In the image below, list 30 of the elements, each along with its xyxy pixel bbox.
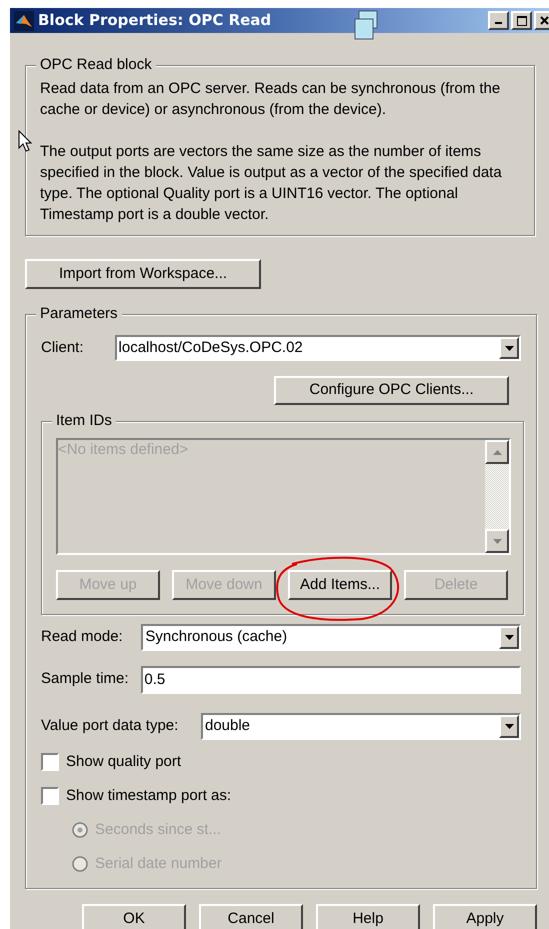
- dropdown[interactable]: Synchronous (cache): [141, 624, 521, 651]
- scrollbar[interactable]: [485, 440, 509, 553]
- item-button[interactable]: Add Items...: [288, 570, 392, 600]
- dialog-button[interactable]: Cancel: [199, 904, 303, 929]
- sample-time-field[interactable]: 0.5: [141, 666, 521, 694]
- checkbox[interactable]: [41, 787, 59, 805]
- field-label: Client:: [41, 338, 85, 358]
- close-icon[interactable]: [534, 11, 549, 30]
- description-text: The output ports are vectors the same size as the number of items specified in the block. Value is output as a vector of the specified data type. The optional Quality port is a UINT16 vector. The optional Timestamp port is a double vector.: [40, 142, 503, 225]
- minimize-icon[interactable]: [488, 11, 509, 30]
- configure-button[interactable]: Configure OPC Clients...: [274, 376, 509, 405]
- field-label: Read mode:: [41, 627, 124, 648]
- mouse-pointer-icon: [18, 130, 32, 152]
- dropdown[interactable]: localhost/CoDeSys.OPC.02: [114, 335, 521, 361]
- field-label: Sample time:: [41, 669, 130, 690]
- import-button[interactable]: Import from Workspace...: [25, 259, 261, 289]
- dialog-button[interactable]: Apply: [433, 904, 537, 929]
- description-text: Read data from an OPC server. Reads can be synchronous (from the cache or device) or asynchronous (from the device).: [40, 79, 502, 120]
- app-logo-icon: [14, 10, 34, 30]
- checkbox[interactable]: [41, 753, 59, 771]
- checkbox-label: Show quality port: [66, 752, 182, 772]
- checkbox-label: Show timestamp port as:: [66, 786, 232, 806]
- dialog-button[interactable]: OK: [82, 904, 186, 929]
- window-title: Block Properties: OPC Read: [38, 10, 272, 32]
- maximize-icon[interactable]: [511, 11, 532, 30]
- scroll-up-icon[interactable]: [485, 440, 509, 464]
- dropdown[interactable]: double: [200, 713, 521, 740]
- field-label: Value port data type:: [41, 716, 180, 736]
- scroll-down-icon[interactable]: [485, 529, 509, 553]
- dialog-button[interactable]: Help: [316, 904, 420, 929]
